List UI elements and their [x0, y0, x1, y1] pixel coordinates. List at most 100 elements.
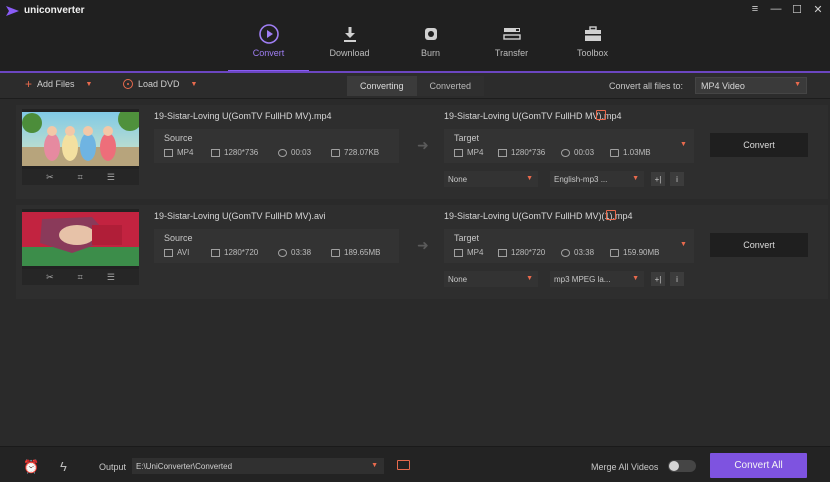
convert-all-button[interactable]: Convert All: [710, 453, 807, 478]
close-icon[interactable]: ✕: [812, 3, 824, 16]
target-duration: 03:38: [561, 248, 594, 257]
minimize-icon[interactable]: —: [770, 3, 782, 15]
file-row: ✂ ⌗ ☰ 19-Sistar-Loving U(GomTV FullHD MV…: [16, 105, 828, 199]
output-path-select[interactable]: E:\UniConverter\Converted ▼: [132, 458, 384, 474]
title-bar: uniconverter ≡ — ☐ ✕ Convert Download Bu…: [0, 0, 830, 72]
source-file-name: 19-Sistar-Loving U(GomTV FullHD MV).avi: [154, 211, 326, 221]
tab-transfer[interactable]: Transfer: [471, 18, 552, 70]
merge-all-toggle[interactable]: [668, 460, 696, 472]
alarm-clock-icon[interactable]: ⏰: [23, 459, 39, 475]
effects-sliders-icon[interactable]: ☰: [107, 172, 115, 183]
edit-name-icon[interactable]: [606, 210, 616, 220]
chevron-down-icon[interactable]: ▼: [191, 81, 198, 88]
format-icon: [164, 248, 173, 257]
open-folder-icon[interactable]: [397, 460, 410, 470]
maximize-icon[interactable]: ☐: [791, 3, 803, 16]
effects-sliders-icon[interactable]: ☰: [107, 272, 115, 283]
nav-label: Download: [329, 48, 370, 58]
format-icon: [454, 248, 463, 257]
output-path-value: E:\UniConverter\Converted: [136, 461, 233, 471]
folder-icon: [610, 148, 619, 157]
audio-track-select[interactable]: mp3 MPEG la... ▼: [550, 271, 644, 287]
resolution-icon: [498, 248, 507, 257]
source-duration: 03:38: [278, 248, 311, 257]
duration-value: 00:03: [291, 148, 312, 157]
toggle-knob: [669, 461, 679, 471]
add-files-button[interactable]: + Add Files ▼: [25, 78, 93, 90]
info-icon[interactable]: i: [670, 272, 684, 286]
source-title: Source: [164, 133, 193, 143]
duration-value: 03:38: [291, 248, 312, 257]
chevron-down-icon: ▼: [526, 275, 533, 282]
target-size: 1.03MB: [610, 148, 651, 157]
chevron-down-icon[interactable]: ▼: [680, 241, 687, 248]
merge-audio-icon[interactable]: +|: [651, 172, 665, 186]
nav-label: Convert: [252, 48, 285, 58]
subtitle-value: None: [448, 274, 468, 284]
target-resolution: 1280*736: [498, 148, 545, 157]
format-value: MP4: [467, 248, 484, 257]
bottom-bar: ⏰ ϟ Output E:\UniConverter\Converted ▼ M…: [0, 446, 830, 482]
output-format-select[interactable]: MP4 Video ▼: [695, 77, 807, 94]
subtitle-select[interactable]: None ▼: [444, 271, 538, 287]
video-thumbnail[interactable]: [22, 109, 139, 169]
thumbnail-tools: ✂ ⌗ ☰: [22, 269, 139, 285]
subtitle-select[interactable]: None ▼: [444, 171, 538, 187]
arrow-right-icon: ➜: [417, 237, 429, 253]
target-info[interactable]: Target MP4 1280*720 03:38 159.90MB ▼: [444, 229, 694, 263]
crop-icon[interactable]: ⌗: [78, 272, 83, 283]
lightning-icon[interactable]: ϟ: [60, 459, 67, 474]
format-value: MP4: [467, 148, 484, 157]
toolbar: + Add Files ▼ Load DVD ▼ Converting Conv…: [0, 73, 830, 99]
resolution-icon: [211, 248, 220, 257]
merge-audio-icon[interactable]: +|: [651, 272, 665, 286]
source-format: MP4: [164, 148, 193, 157]
trim-scissors-icon[interactable]: ✂: [46, 272, 54, 283]
menu-icon[interactable]: ≡: [749, 3, 761, 15]
merge-all-label: Merge All Videos: [591, 462, 659, 472]
size-value: 159.90MB: [623, 248, 660, 257]
target-info[interactable]: Target MP4 1280*736 00:03 1.03MB ▼: [444, 129, 694, 163]
convert-button[interactable]: Convert: [710, 133, 808, 157]
target-duration: 00:03: [561, 148, 594, 157]
edit-name-icon[interactable]: [596, 110, 606, 120]
source-resolution: 1280*736: [211, 148, 258, 157]
target-title: Target: [454, 233, 480, 243]
download-icon: [339, 23, 361, 45]
source-resolution: 1280*720: [211, 248, 258, 257]
convert-play-icon: [258, 23, 280, 45]
format-icon: [454, 148, 463, 157]
resolution-icon: [498, 148, 507, 157]
tab-download[interactable]: Download: [309, 18, 390, 70]
duration-value: 03:38: [574, 248, 595, 257]
info-icon[interactable]: i: [670, 172, 684, 186]
chevron-down-icon[interactable]: ▼: [680, 141, 687, 148]
clock-icon: [561, 148, 570, 157]
source-size: 728.07KB: [331, 148, 379, 157]
chevron-down-icon[interactable]: ▼: [86, 81, 93, 88]
tab-burn[interactable]: Burn: [390, 18, 471, 70]
clock-icon: [278, 248, 287, 257]
size-value: 728.07KB: [344, 148, 380, 157]
chevron-down-icon: ▼: [632, 275, 639, 282]
trim-scissors-icon[interactable]: ✂: [46, 172, 54, 183]
target-file-name: 19-Sistar-Loving U(GomTV FullHD MV)(1).m…: [444, 211, 633, 221]
load-dvd-button[interactable]: Load DVD ▼: [123, 79, 197, 89]
window-controls: ≡ — ☐ ✕: [749, 3, 824, 16]
burn-disc-icon: [420, 23, 442, 45]
tab-converted[interactable]: Converted: [416, 76, 485, 96]
tab-toolbox[interactable]: Toolbox: [552, 18, 633, 70]
source-size: 189.65MB: [331, 248, 380, 257]
tab-convert[interactable]: Convert: [228, 18, 309, 72]
audio-track-select[interactable]: English-mp3 ... ▼: [550, 171, 644, 187]
chevron-down-icon: ▼: [371, 462, 378, 469]
tab-converting[interactable]: Converting: [347, 76, 417, 96]
convert-all-to-label: Convert all files to:: [609, 81, 684, 91]
crop-icon[interactable]: ⌗: [78, 172, 83, 183]
format-value: MP4: [177, 148, 194, 157]
convert-button[interactable]: Convert: [710, 233, 808, 257]
arrow-right-icon: ➜: [417, 137, 429, 153]
output-format-value: MP4 Video: [701, 80, 745, 91]
main-nav: Convert Download Burn Transfer Toolbox: [228, 18, 633, 72]
video-thumbnail[interactable]: [22, 209, 139, 269]
